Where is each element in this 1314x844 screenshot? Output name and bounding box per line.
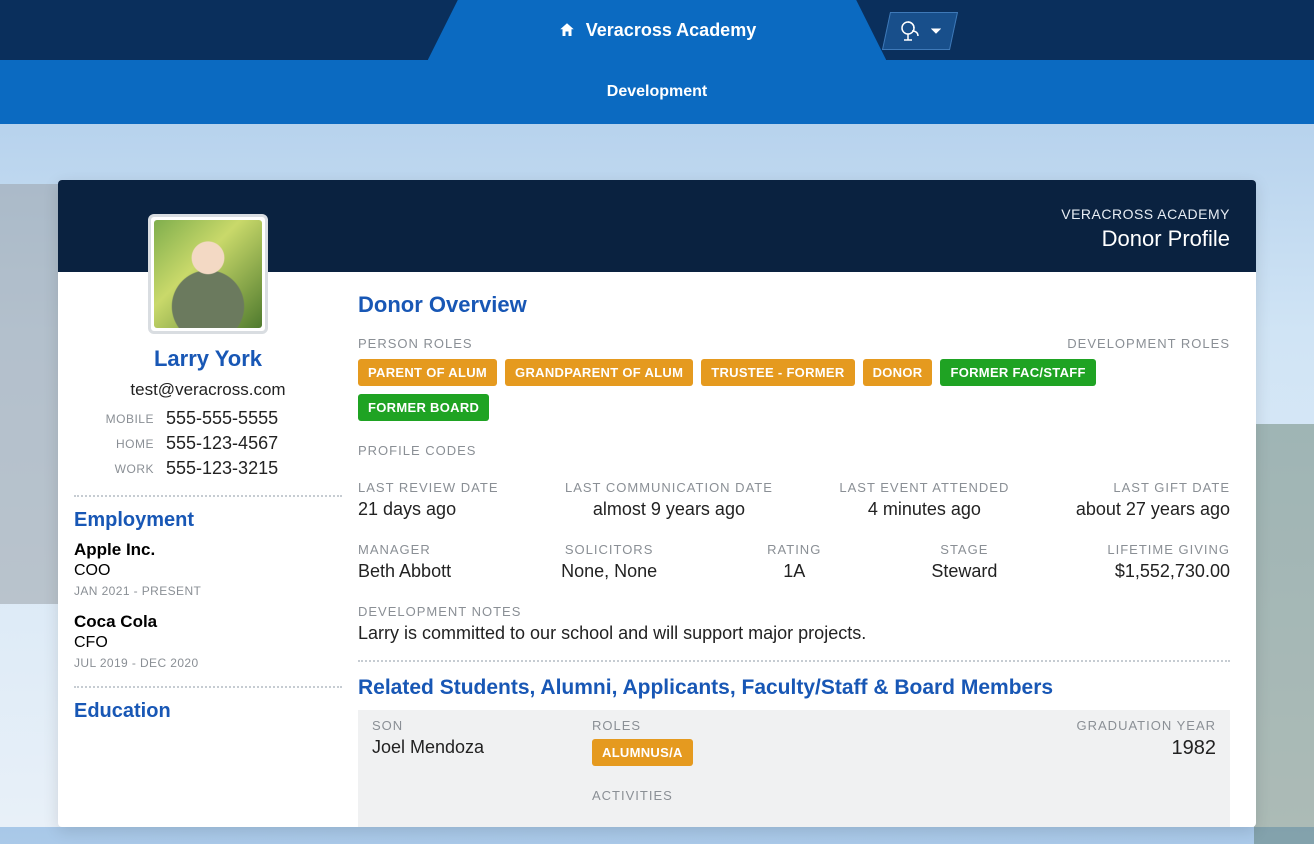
phone-mobile-label: MOBILE (84, 412, 154, 426)
solicitors-value: None, None (561, 561, 657, 582)
donor-photo[interactable] (148, 214, 268, 334)
rating-label: RATING (767, 542, 821, 557)
subnav-development[interactable]: Development (0, 60, 1314, 124)
last-review-value: 21 days ago (358, 499, 499, 520)
role-badge[interactable]: DONOR (863, 359, 933, 386)
stage-label: STAGE (931, 542, 997, 557)
donor-name[interactable]: Larry York (74, 346, 342, 372)
profile-card: VERACROSS ACADEMY Donor Profile Larry Yo… (58, 180, 1256, 827)
relation-role-badge[interactable]: ALUMNUS/A (592, 739, 693, 766)
employment-title: CFO (74, 634, 342, 652)
roles-badges: PARENT OF ALUM GRANDPARENT OF ALUM TRUST… (358, 359, 1230, 421)
donor-email[interactable]: test@veracross.com (74, 380, 342, 400)
solicitors-label: SOLICITORS (561, 542, 657, 557)
last-comm-value: almost 9 years ago (565, 499, 773, 520)
relation-label: SON (372, 718, 582, 733)
employment-item: Coca Cola CFO JUL 2019 - DEC 2020 (74, 612, 342, 670)
last-review-label: LAST REVIEW DATE (358, 480, 499, 495)
role-badge[interactable]: PARENT OF ALUM (358, 359, 497, 386)
school-logo-icon (899, 19, 923, 43)
role-badge[interactable]: TRUSTEE - FORMER (701, 359, 854, 386)
app-title: Veracross Academy (586, 20, 756, 41)
topbar-home[interactable]: Veracross Academy (428, 0, 886, 60)
phone-mobile[interactable]: 555-555-5555 (166, 408, 332, 429)
person-roles-label: PERSON ROLES (358, 336, 473, 351)
dev-notes-label: DEVELOPMENT NOTES (358, 604, 1230, 619)
page-type: Donor Profile (1102, 226, 1230, 252)
org-name: VERACROSS ACADEMY (1061, 206, 1230, 222)
last-event-value: 4 minutes ago (839, 499, 1009, 520)
last-gift-label: LAST GIFT DATE (1076, 480, 1230, 495)
last-comm-label: LAST COMMUNICATION DATE (565, 480, 773, 495)
relation-roles-label: ROLES (592, 718, 1046, 733)
role-badge[interactable]: GRANDPARENT OF ALUM (505, 359, 693, 386)
related-box: SON Joel Mendoza ROLES ALUMNUS/A ACTIVIT… (358, 710, 1230, 827)
phone-work[interactable]: 555-123-3215 (166, 458, 332, 479)
manager-value: Beth Abbott (358, 561, 451, 582)
divider (74, 686, 342, 688)
topbar: Veracross Academy (0, 0, 1314, 60)
dev-role-badge[interactable]: FORMER BOARD (358, 394, 489, 421)
employment-org: Apple Inc. (74, 540, 342, 560)
dev-role-badge[interactable]: FORMER FAC/STAFF (940, 359, 1095, 386)
phone-home[interactable]: 555-123-4567 (166, 433, 332, 454)
rating-value: 1A (767, 561, 821, 582)
chevron-down-icon (931, 26, 941, 36)
grad-year-value: 1982 (1056, 737, 1216, 760)
employment-heading: Employment (74, 509, 342, 532)
left-column: Larry York test@veracross.com MOBILE 555… (58, 272, 358, 827)
manager-label: MANAGER (358, 542, 451, 557)
phone-home-label: HOME (84, 437, 154, 451)
subnav-label: Development (607, 83, 707, 101)
last-gift-value: about 27 years ago (1076, 499, 1230, 520)
lifetime-value: $1,552,730.00 (1107, 561, 1230, 582)
school-logo-switcher[interactable] (882, 12, 958, 50)
divider (74, 495, 342, 497)
grad-year-label: GRADUATION YEAR (1056, 718, 1216, 733)
profile-codes-label: PROFILE CODES (358, 443, 1230, 458)
overview-title: Donor Overview (358, 292, 1230, 318)
dev-notes-value: Larry is committed to our school and wil… (358, 623, 1230, 644)
employment-title: COO (74, 562, 342, 580)
divider (358, 660, 1230, 662)
employment-dates: JUL 2019 - DEC 2020 (74, 656, 342, 670)
phone-work-label: WORK (84, 462, 154, 476)
lifetime-label: LIFETIME GIVING (1107, 542, 1230, 557)
employment-dates: JAN 2021 - PRESENT (74, 584, 342, 598)
employment-item: Apple Inc. COO JAN 2021 - PRESENT (74, 540, 342, 598)
development-roles-label: DEVELOPMENT ROLES (1067, 336, 1230, 351)
related-title: Related Students, Alumni, Applicants, Fa… (358, 676, 1230, 700)
home-icon (558, 21, 576, 39)
stage-value: Steward (931, 561, 997, 582)
relation-activities-label: ACTIVITIES (592, 788, 1046, 803)
last-event-label: LAST EVENT ATTENDED (839, 480, 1009, 495)
relation-name[interactable]: Joel Mendoza (372, 737, 582, 758)
education-heading: Education (74, 700, 342, 723)
employment-org: Coca Cola (74, 612, 342, 632)
right-column: Donor Overview PERSON ROLES DEVELOPMENT … (358, 272, 1256, 827)
